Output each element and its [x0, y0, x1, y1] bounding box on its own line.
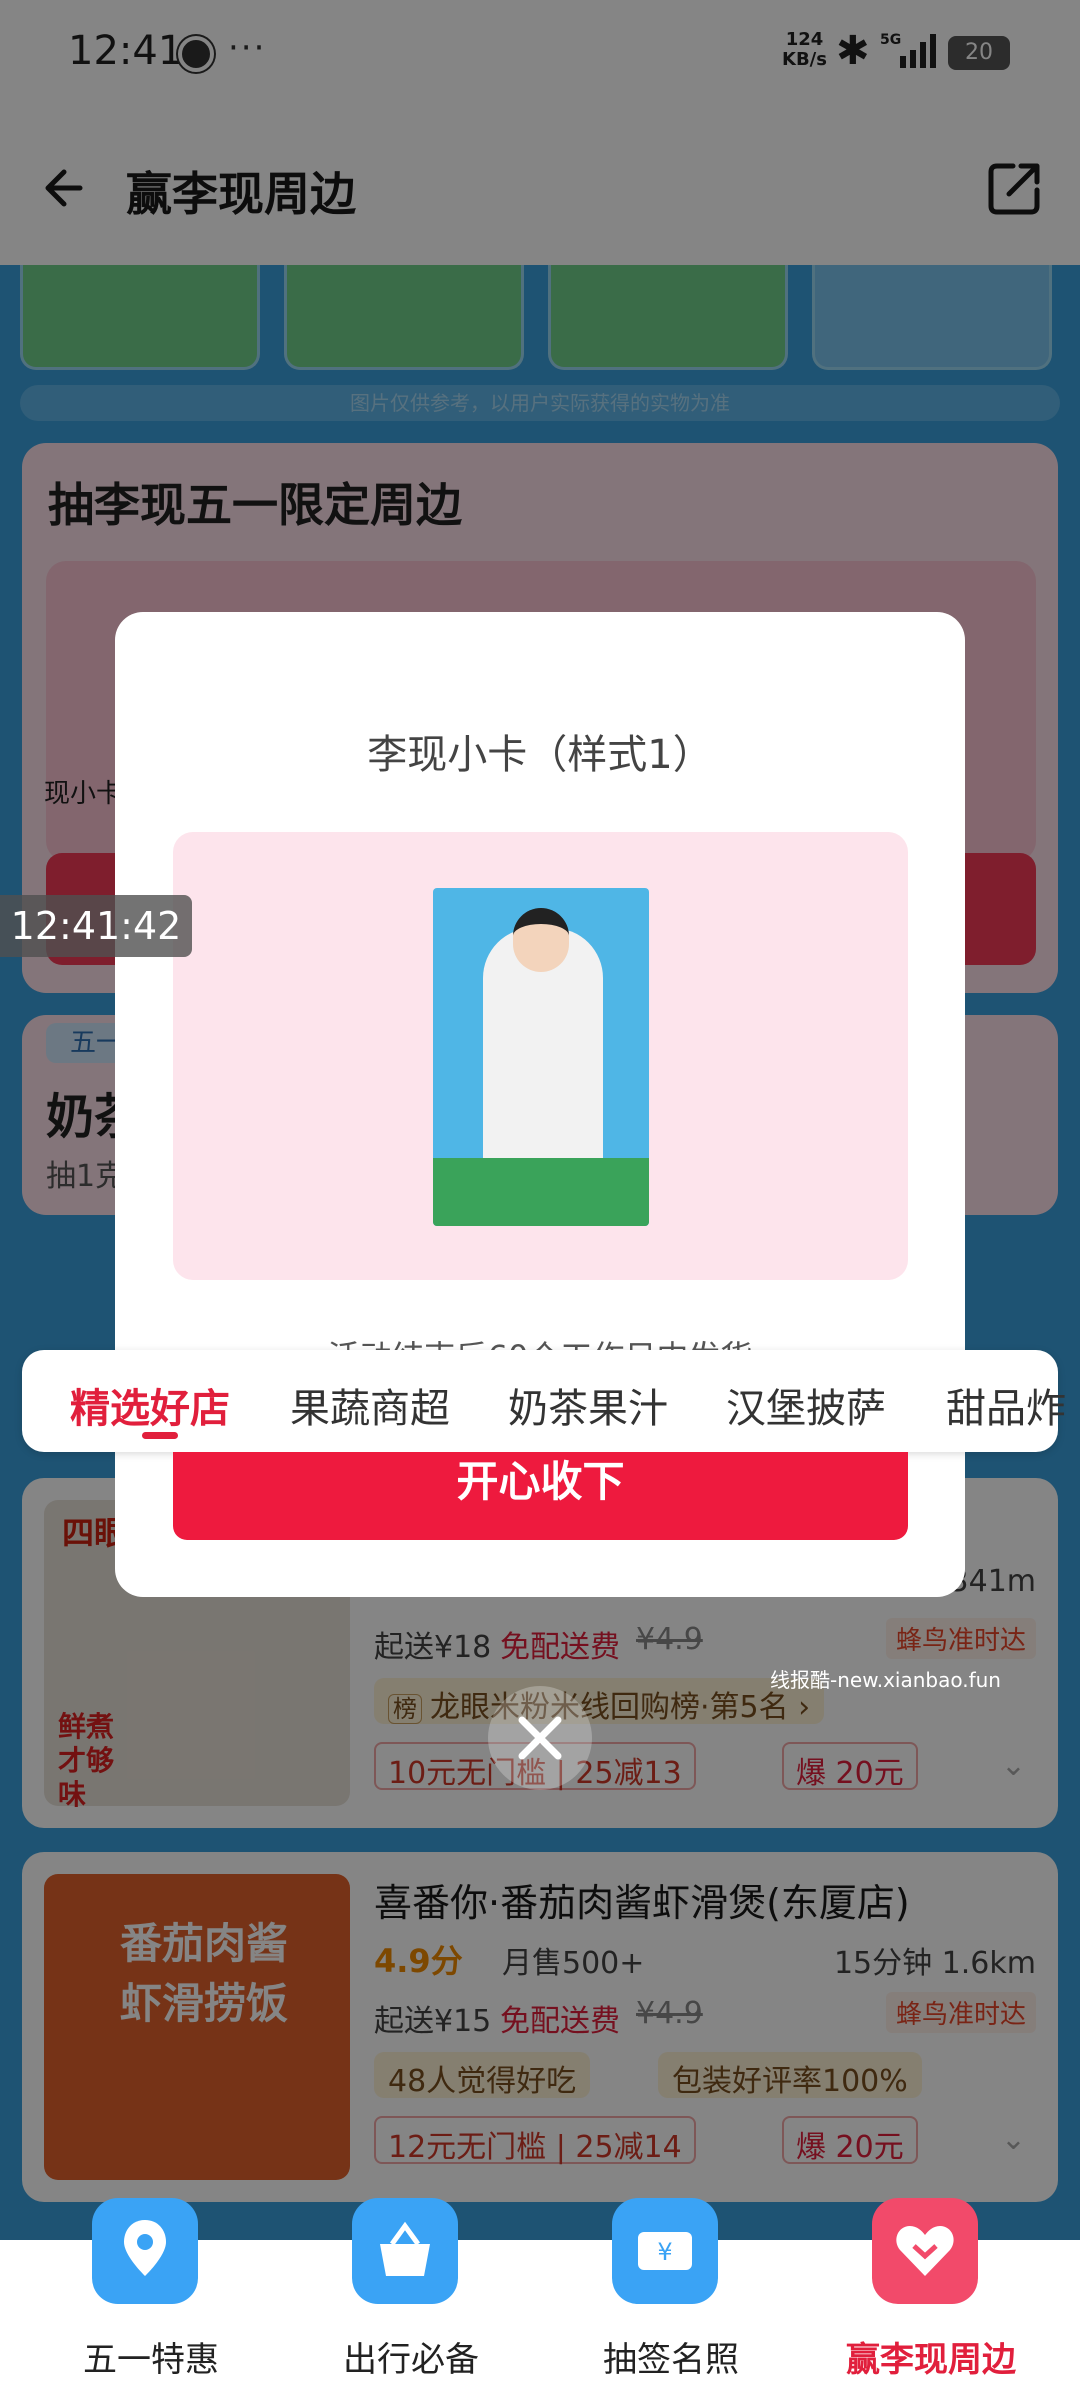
ticket-icon: ¥ — [612, 2198, 718, 2304]
confirm-label: 开心收下 — [456, 1457, 625, 1506]
category-tabs: 精选好店 果蔬商超 奶茶果汁 汉堡披萨 甜品炸 — [22, 1350, 1066, 1452]
heart-icon — [872, 2198, 978, 2304]
nav-win-merch[interactable]: 赢李现周边 — [796, 2198, 1066, 2400]
nav-travel[interactable]: 出行必备 — [276, 2198, 546, 2400]
prize-preview — [173, 832, 908, 1280]
watermark-text: 线报酷-new.xianbao.fun — [770, 1668, 1001, 1692]
basket-icon — [352, 2198, 458, 2304]
tab-dessert[interactable]: 甜品炸 — [946, 1376, 1066, 1434]
active-tab-indicator — [142, 1432, 178, 1439]
nav-label: 五一特惠 — [83, 2340, 219, 2380]
close-icon[interactable] — [488, 1686, 592, 1790]
tab-milktea[interactable]: 奶茶果汁 — [508, 1376, 668, 1434]
nav-signed-photo[interactable]: ¥ 抽签名照 — [536, 2198, 806, 2400]
tab-grocery[interactable]: 果蔬商超 — [290, 1376, 450, 1434]
nav-label: 赢李现周边 — [846, 2340, 1016, 2380]
svg-text:¥: ¥ — [657, 2238, 672, 2266]
modal-title: 李现小卡（样式1） — [367, 732, 713, 778]
tab-burger[interactable]: 汉堡披萨 — [726, 1376, 886, 1434]
confirm-button[interactable]: 开心收下 — [173, 1452, 908, 1540]
tab-featured[interactable]: 精选好店 — [70, 1376, 230, 1434]
nav-label: 出行必备 — [343, 2340, 479, 2380]
bottom-navigation: 五一特惠 出行必备 ¥ 抽签名照 赢李现周边 — [0, 2198, 1080, 2400]
person-head — [513, 908, 569, 972]
timestamp-overlay: 12:41:42 — [0, 895, 192, 957]
nav-may-day-deals[interactable]: 五一特惠 — [16, 2198, 286, 2400]
map-pin-icon — [92, 2198, 198, 2304]
nav-label: 抽签名照 — [603, 2340, 739, 2380]
card-grass — [433, 1158, 649, 1226]
photo-card-image — [433, 888, 649, 1226]
